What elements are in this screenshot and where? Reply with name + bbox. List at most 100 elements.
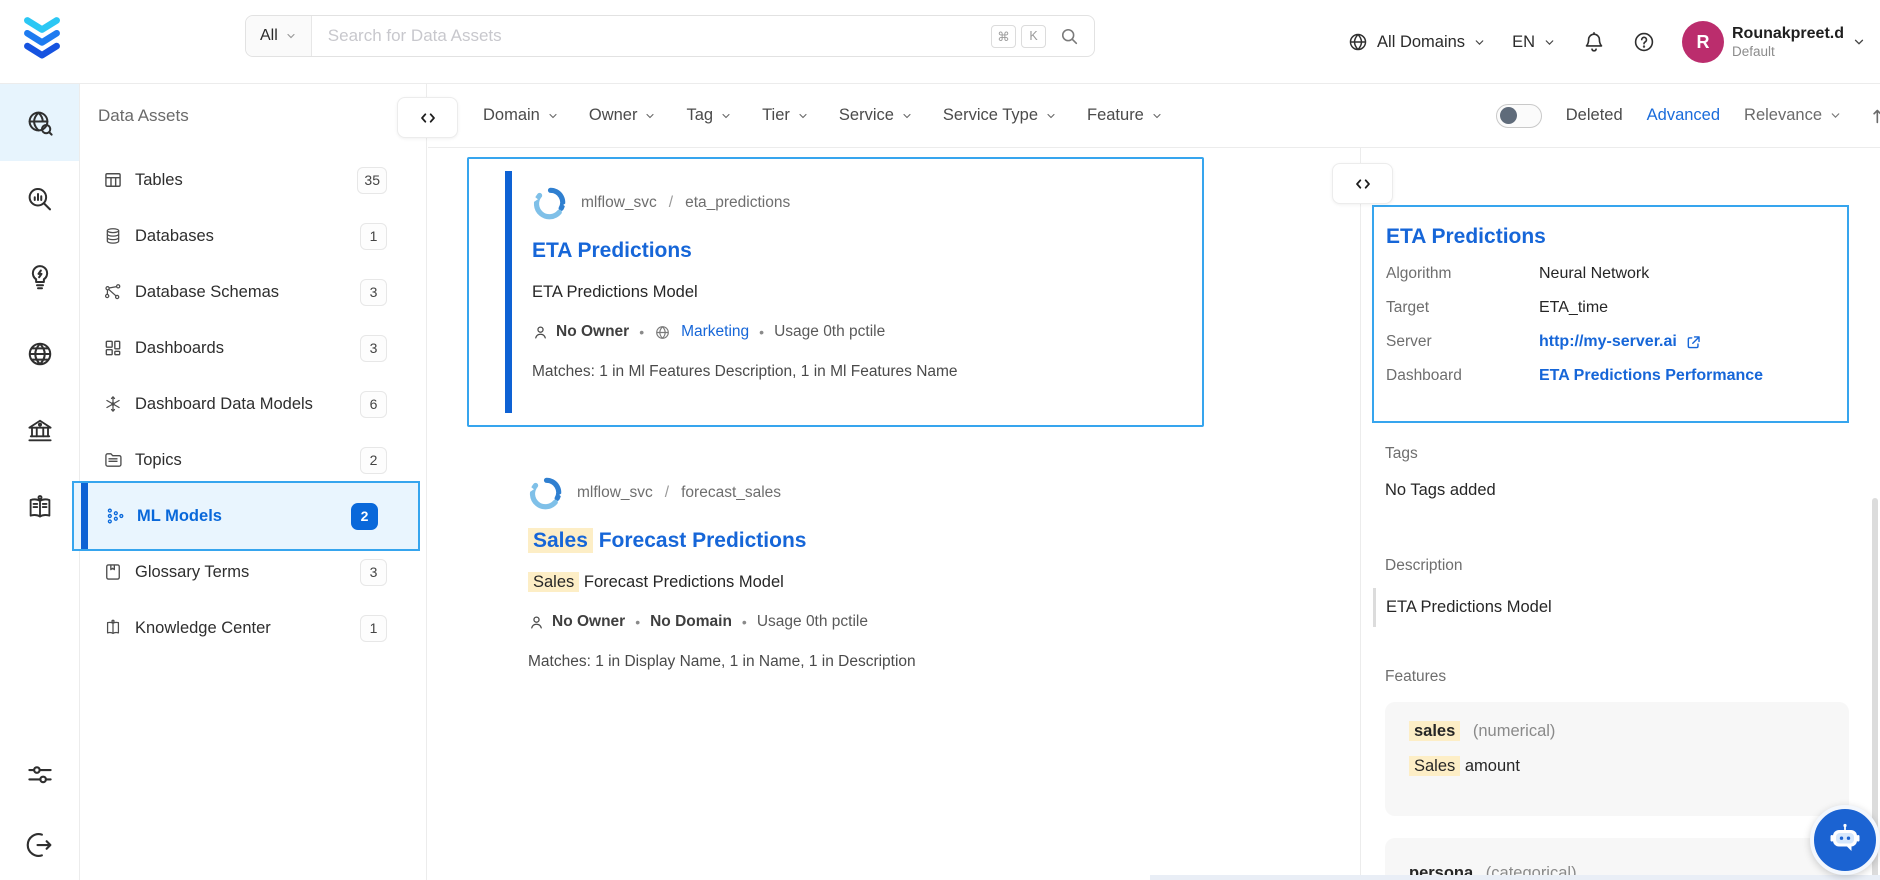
chevron-down-icon [1852, 35, 1866, 49]
count-badge: 6 [360, 390, 387, 418]
asset-breadcrumb: mlflow_svc / eta_predictions [532, 184, 1186, 221]
domain-text: No Domain [650, 613, 732, 630]
collapse-preview-button[interactable] [1332, 163, 1393, 204]
globe-icon [1347, 31, 1369, 53]
result-card[interactable]: mlflow_svc / forecast_sales Sales Forecast … [467, 460, 1204, 690]
filter-dropdown-feature[interactable]: Feature [1087, 106, 1163, 125]
field-label: Server [1386, 333, 1432, 350]
user-menu[interactable]: R Rounakpreet.d Default [1681, 21, 1866, 63]
filter-dropdown-owner[interactable]: Owner [589, 106, 657, 125]
sidebar-item-tables[interactable]: Tables 35 [80, 152, 427, 208]
help-icon[interactable] [1632, 30, 1656, 54]
asset-fqn-name[interactable]: eta_predictions [685, 194, 790, 212]
filter-dropdown-service[interactable]: Service [839, 106, 913, 125]
asset-title-link[interactable]: Sales Forecast Predictions [528, 528, 806, 553]
search-icon[interactable] [1059, 26, 1080, 47]
chevron-down-icon [547, 110, 559, 122]
count-badge: 35 [357, 166, 387, 194]
advanced-search-link[interactable]: Advanced [1647, 106, 1720, 125]
filter-dropdown-tier[interactable]: Tier [762, 106, 809, 125]
database-icon [103, 226, 123, 246]
sidebar-item-topics[interactable]: Topics 2 [80, 432, 427, 488]
field-value-text: http://my-server.ai [1539, 333, 1677, 350]
summary-field-row: Algorithm Neural Network [1386, 265, 1833, 283]
description-text: Forecast Predictions Model [579, 573, 784, 591]
language-selector[interactable]: EN [1512, 33, 1556, 52]
robot-icon [1825, 820, 1865, 860]
asset-fqn-name[interactable]: forecast_sales [681, 484, 781, 502]
horizontal-scrollbar[interactable] [1150, 875, 1880, 880]
user-name: Rounakpreet.d [1731, 24, 1844, 42]
chatbot-button[interactable] [1810, 805, 1880, 875]
user-avatar[interactable]: R [1681, 21, 1724, 63]
sidebar-item-dashboards[interactable]: Dashboards 3 [80, 320, 427, 376]
field-value: ETA_time [1539, 299, 1608, 317]
domain-selector[interactable]: All Domains [1347, 31, 1486, 53]
separator-dot: • [741, 614, 747, 630]
result-card[interactable]: mlflow_svc / eta_predictions ETA Prediction… [467, 157, 1204, 427]
usage-text: Usage 0th pctile [774, 323, 886, 340]
preview-title-link[interactable]: ETA Predictions [1386, 225, 1833, 249]
collapse-sidebar-button[interactable] [397, 97, 458, 138]
owner-label: No Owner [532, 323, 629, 341]
usage-text: Usage 0th pctile [756, 613, 868, 630]
rail-item-explore[interactable] [0, 84, 79, 161]
filter-dropdown-service-type[interactable]: Service Type [943, 106, 1057, 125]
service-name[interactable]: mlflow_svc [577, 484, 653, 502]
command-key-badge: ⌘ [991, 24, 1016, 48]
filter-dropdown-label: Service Type [942, 106, 1038, 124]
rail-item-domains-globe[interactable] [0, 315, 79, 392]
sidebar-title: Data Assets [98, 106, 189, 125]
chevron-down-icon [285, 30, 297, 42]
rail-item-knowledge-book[interactable] [0, 469, 79, 546]
sidebar-item-glossary-terms[interactable]: Glossary Terms 3 [80, 544, 427, 600]
filter-bar-right: Deleted Advanced Relevance [1495, 103, 1880, 128]
filter-dropdown-tag[interactable]: Tag [686, 106, 732, 125]
filter-bar: Domain Owner Tag Tier Service Service Type Fea… [428, 84, 1880, 148]
field-value-link[interactable]: ETA Predictions Performance [1539, 367, 1763, 385]
sidebar-item-knowledge-center[interactable]: Knowledge Center 1 [80, 600, 427, 656]
language-label: EN [1512, 32, 1535, 51]
sidebar-item-label: Dashboards [135, 338, 224, 357]
deleted-toggle[interactable] [1495, 103, 1542, 128]
notifications-bell-icon[interactable] [1582, 30, 1606, 54]
sidebar-item-dashboard-data-models[interactable]: Dashboard Data Models 6 [80, 376, 427, 432]
filter-dropdown-label: Domain [483, 106, 540, 124]
rail-item-logout[interactable] [0, 810, 79, 880]
field-value-text: Neural Network [1539, 265, 1650, 282]
mlflow-service-icon [532, 184, 569, 221]
matches-text: Matches: 1 in Ml Features Description, 1… [532, 363, 958, 380]
domain-link[interactable]: Marketing [681, 323, 749, 341]
service-name[interactable]: mlflow_svc [581, 194, 657, 212]
app-logo-icon[interactable] [20, 12, 64, 60]
sort-select[interactable]: Relevance [1744, 106, 1842, 125]
rail-item-insights[interactable] [0, 238, 79, 315]
feature-card: sales (numerical) Sales amount [1385, 702, 1849, 816]
sidebar-item-database-schemas[interactable]: Database Schemas 3 [80, 264, 427, 320]
glossary-icon [103, 562, 123, 582]
domains-globe-icon [25, 339, 55, 369]
breadcrumb-separator: / [668, 193, 674, 211]
filter-dropdown-domain[interactable]: Domain [483, 106, 559, 125]
header-right-cluster: All Domains EN R Rounakpreet.d Default [1347, 0, 1866, 84]
asset-breadcrumb: mlflow_svc / forecast_sales [528, 474, 1188, 511]
rail-item-governance[interactable] [0, 392, 79, 469]
chevron-down-icon [1045, 110, 1057, 122]
rail-item-settings-sliders[interactable] [0, 740, 79, 810]
ml-model-icon [105, 506, 125, 526]
field-value-link[interactable]: http://my-server.ai [1539, 333, 1702, 351]
search-input[interactable] [311, 26, 991, 46]
sidebar-item-databases[interactable]: Databases 1 [80, 208, 427, 264]
rail-item-observability[interactable] [0, 161, 79, 238]
sidebar-item-ml-models[interactable]: ML Models 2 [72, 481, 420, 551]
asset-title-link[interactable]: ETA Predictions [532, 239, 692, 263]
sidebar-item-label: Tables [135, 170, 183, 189]
sort-direction-icon[interactable] [1866, 105, 1880, 127]
search-highlight: Sales [1409, 756, 1461, 776]
search-scope-select[interactable]: All [246, 16, 312, 56]
summary-field-row: Dashboard ETA Predictions Performance [1386, 367, 1833, 385]
features-heading: Features [1385, 668, 1447, 685]
toggle-knob [1499, 107, 1517, 124]
asset-description: Sales Forecast Predictions Model [528, 572, 1188, 592]
asset-meta-row: No Owner • Marketing • Usage 0th pctile [532, 323, 1186, 341]
